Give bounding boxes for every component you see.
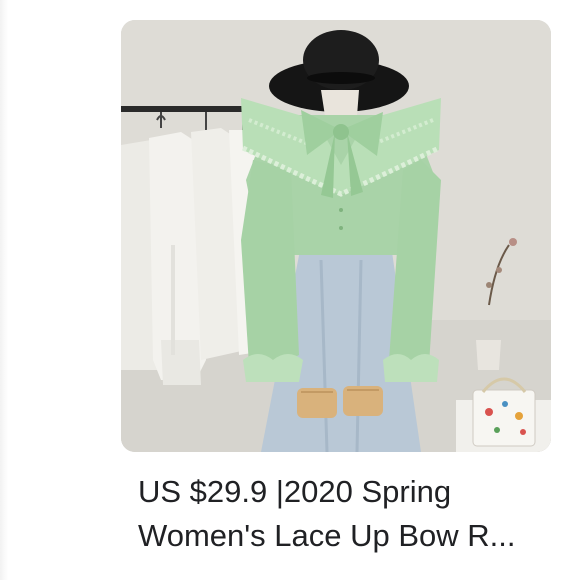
product-image[interactable] [121,20,551,452]
edge-shadow [0,0,8,580]
product-photo [121,20,551,452]
product-title-line-1: US $29.9 |2020 Spring [138,474,452,509]
product-title-line-2: Women's Lace Up Bow R... [138,518,516,553]
product-title[interactable]: US $29.9 |2020 Spring Women's Lace Up Bo… [138,470,558,558]
